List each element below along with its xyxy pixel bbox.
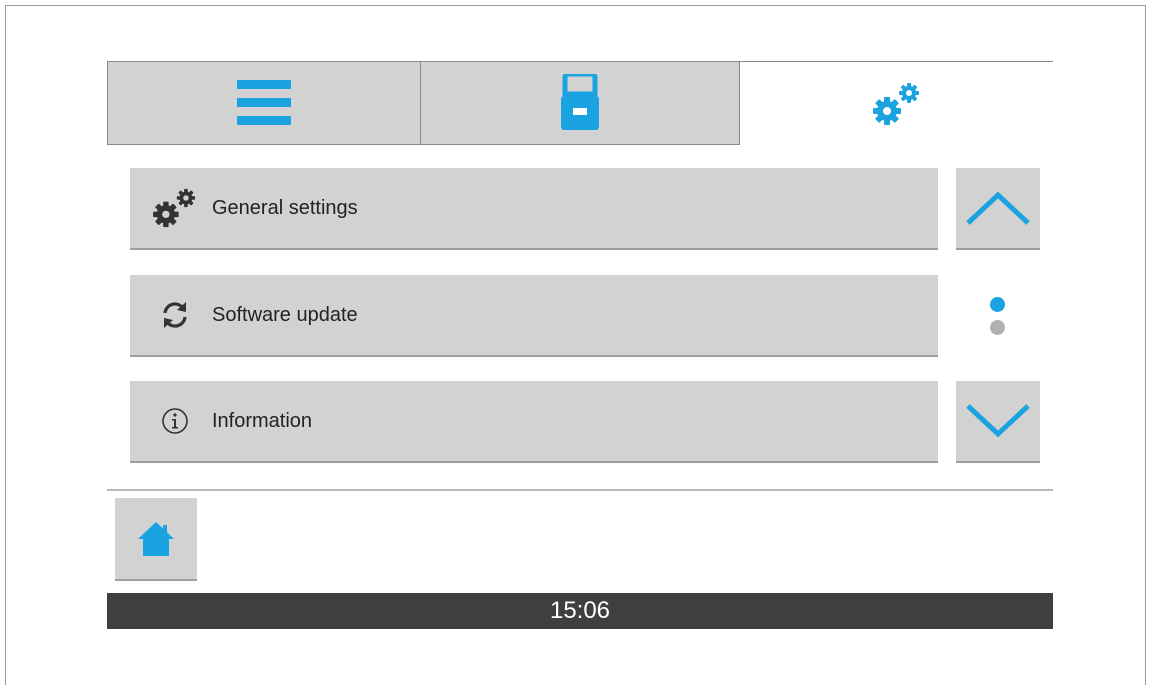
divider	[107, 489, 1053, 491]
menu-icon	[237, 80, 291, 125]
chevron-up-icon	[966, 191, 1030, 225]
info-icon	[144, 407, 206, 435]
menu-item-label: General settings	[212, 196, 358, 219]
chevron-down-icon	[966, 404, 1030, 438]
menu-item-label: Software update	[212, 303, 358, 326]
menu-item-software-update[interactable]: Software update	[130, 275, 938, 357]
tab-menu[interactable]	[107, 61, 421, 145]
device-screen: General settings Software update Informa…	[107, 61, 1053, 629]
refresh-icon	[144, 300, 206, 330]
page-indicator-active	[990, 297, 1005, 312]
clock: 15:06	[549, 597, 611, 624]
settings-gears-icon	[144, 187, 206, 229]
status-bar: 15:06	[107, 593, 1053, 629]
tab-device[interactable]	[421, 61, 740, 145]
settings-gears-icon	[872, 82, 919, 125]
home-icon	[138, 521, 174, 556]
scroll-up-button[interactable]	[956, 168, 1040, 250]
page-indicator-inactive	[990, 320, 1005, 335]
tab-bar	[107, 61, 1053, 145]
tab-settings[interactable]	[740, 61, 1053, 145]
menu-item-general-settings[interactable]: General settings	[130, 168, 938, 250]
menu-item-label: Information	[212, 409, 313, 432]
scroll-down-button[interactable]	[956, 381, 1040, 463]
menu-item-information[interactable]: Information	[130, 381, 938, 463]
device-icon	[561, 74, 599, 130]
home-button[interactable]	[115, 498, 197, 581]
